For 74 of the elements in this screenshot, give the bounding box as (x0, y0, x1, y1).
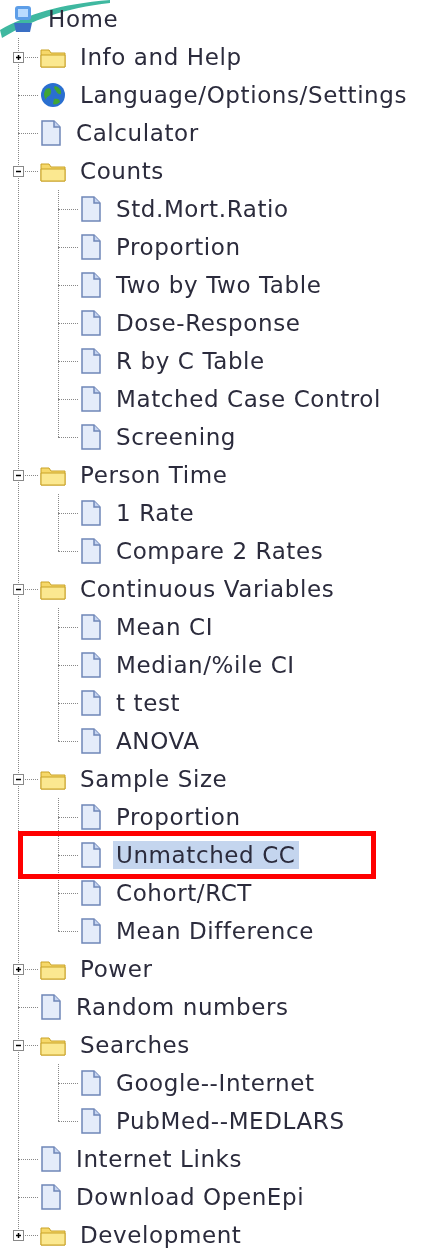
tree-item[interactable]: Searches (77, 1031, 193, 1059)
folder-icon (40, 160, 66, 182)
collapse-toggle[interactable] (13, 584, 24, 595)
tree-item[interactable]: Internet Links (73, 1145, 246, 1173)
folder-icon (40, 464, 66, 486)
tree-item[interactable]: Development (77, 1221, 245, 1249)
tree-item[interactable]: Unmatched CC (113, 841, 299, 869)
tree-item[interactable]: Dose-Response (113, 309, 304, 337)
page-icon (80, 424, 102, 450)
page-icon (80, 804, 102, 830)
expand-toggle[interactable] (13, 52, 24, 63)
tree-item[interactable]: Calculator (73, 119, 202, 147)
expand-toggle[interactable] (13, 964, 24, 975)
page-icon (80, 880, 102, 906)
expand-toggle[interactable] (13, 1230, 24, 1241)
tree-item[interactable]: Google--Internet (113, 1069, 318, 1097)
page-icon (80, 652, 102, 678)
page-icon (80, 196, 102, 222)
tree-item[interactable]: Mean CI (113, 613, 217, 641)
tree-item[interactable]: R by C Table (113, 347, 268, 375)
page-icon (80, 386, 102, 412)
folder-icon (40, 768, 66, 790)
globe-icon (40, 82, 66, 108)
tree-item[interactable]: t test (113, 689, 184, 717)
tree-item[interactable]: Power (77, 955, 156, 983)
folder-icon (40, 1224, 66, 1246)
tree-item[interactable]: ANOVA (113, 727, 203, 755)
computer-icon (12, 5, 34, 33)
tree-item[interactable]: Info and Help (77, 43, 245, 71)
tree-item[interactable]: Counts (77, 157, 167, 185)
tree-item[interactable]: 1 Rate (113, 499, 198, 527)
collapse-toggle[interactable] (13, 166, 24, 177)
folder-icon (40, 958, 66, 980)
tree-item[interactable]: Sample Size (77, 765, 231, 793)
folder-icon (40, 46, 66, 68)
page-icon (80, 1108, 102, 1134)
page-icon (80, 1070, 102, 1096)
collapse-toggle[interactable] (13, 470, 24, 481)
folder-icon (40, 578, 66, 600)
tree-item[interactable]: Person Time (77, 461, 231, 489)
page-icon (40, 1184, 62, 1210)
page-icon (40, 1146, 62, 1172)
page-icon (80, 538, 102, 564)
page-icon (80, 728, 102, 754)
collapse-toggle[interactable] (13, 774, 24, 785)
page-icon (80, 234, 102, 260)
page-icon (80, 690, 102, 716)
collapse-toggle[interactable] (13, 1040, 24, 1051)
tree-item[interactable]: Two by Two Table (113, 271, 325, 299)
page-icon (80, 842, 102, 868)
page-icon (80, 614, 102, 640)
page-icon (80, 272, 102, 298)
tree-item[interactable]: Language/Options/Settings (77, 81, 411, 109)
tree-item[interactable]: Matched Case Control (113, 385, 384, 413)
tree-item[interactable]: Mean Difference (113, 917, 317, 945)
tree-item[interactable]: Proportion (113, 803, 244, 831)
tree-item[interactable]: Screening (113, 423, 240, 451)
tree-item[interactable]: Cohort/RCT (113, 879, 255, 907)
folder-icon (40, 1034, 66, 1056)
tree-item[interactable]: Random numbers (73, 993, 292, 1021)
tree-item[interactable]: Home (45, 5, 122, 33)
tree-item[interactable]: Median/%ile CI (113, 651, 298, 679)
tree-item[interactable]: Compare 2 Rates (113, 537, 327, 565)
tree-item[interactable]: PubMed--MEDLARS (113, 1107, 348, 1135)
page-icon (40, 994, 62, 1020)
page-icon (80, 310, 102, 336)
tree-item[interactable]: Std.Mort.Ratio (113, 195, 292, 223)
page-icon (80, 918, 102, 944)
page-icon (80, 500, 102, 526)
tree-item[interactable]: Download OpenEpi (73, 1183, 308, 1211)
page-icon (80, 348, 102, 374)
tree-item[interactable]: Proportion (113, 233, 244, 261)
tree-item[interactable]: Continuous Variables (77, 575, 338, 603)
page-icon (40, 120, 62, 146)
